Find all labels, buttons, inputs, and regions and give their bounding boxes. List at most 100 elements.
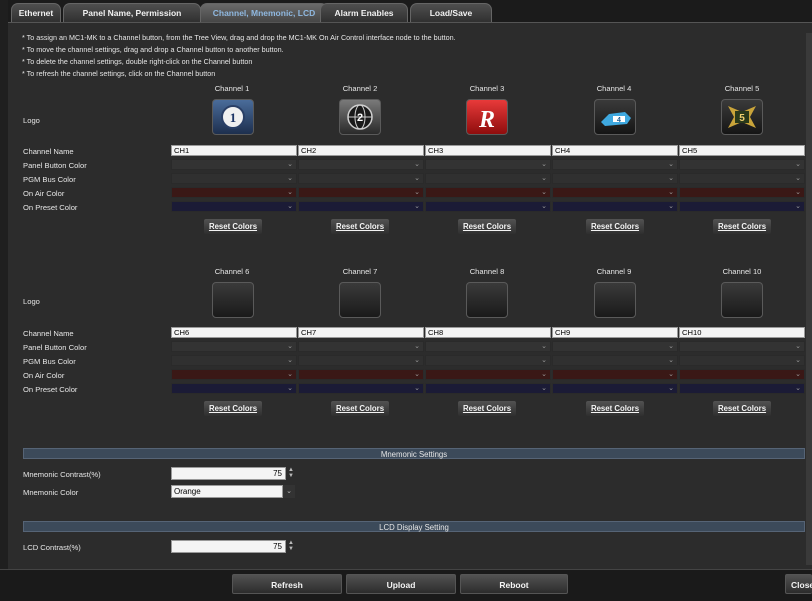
on-air-color-dropdown[interactable]: ⌄ — [552, 369, 678, 380]
tab-alarm-enables[interactable]: Alarm Enables — [320, 3, 408, 22]
close-button[interactable]: Close — [785, 574, 812, 594]
channel-name-input[interactable]: CH9 — [552, 327, 678, 338]
on-air-color-dropdown[interactable]: ⌄ — [171, 369, 297, 380]
on-air-color-dropdown[interactable]: ⌄ — [552, 187, 678, 198]
on-preset-color-dropdown[interactable]: ⌄ — [298, 201, 424, 212]
pgm-bus-color-dropdown[interactable]: ⌄ — [679, 173, 805, 184]
channel-name-input[interactable]: CH10 — [679, 327, 805, 338]
reset-colors-button[interactable]: Reset Colors — [586, 219, 644, 234]
channel-3-logo-button[interactable]: R — [466, 99, 508, 135]
lcd-contrast-input[interactable]: 75 — [171, 540, 286, 553]
panel-button-color-dropdown[interactable]: ⌄ — [425, 159, 551, 170]
pgm-bus-color-dropdown[interactable]: ⌄ — [171, 355, 297, 366]
vertical-scrollbar[interactable] — [806, 33, 812, 565]
on-air-color-dropdown[interactable]: ⌄ — [679, 187, 805, 198]
channel-4-logo-button[interactable]: 4 — [594, 99, 636, 135]
on-preset-color-dropdown[interactable]: ⌄ — [679, 383, 805, 394]
svg-text:5: 5 — [739, 113, 745, 124]
channel-9-logo-button[interactable] — [594, 282, 636, 318]
on-air-color-dropdown[interactable]: ⌄ — [298, 369, 424, 380]
reset-colors-button[interactable]: Reset Colors — [586, 401, 644, 416]
reset-colors-button[interactable]: Reset Colors — [331, 219, 389, 234]
on-preset-color-dropdown[interactable]: ⌄ — [425, 201, 551, 212]
channel-8-logo-button[interactable] — [466, 282, 508, 318]
channel-name-input[interactable]: CH2 — [298, 145, 424, 156]
on-preset-color-dropdown[interactable]: ⌄ — [679, 201, 805, 212]
on-preset-color-dropdown[interactable]: ⌄ — [552, 201, 678, 212]
left-panel-grip[interactable] — [0, 0, 8, 600]
channel-name-input[interactable]: CH5 — [679, 145, 805, 156]
panel-button-color-dropdown[interactable]: ⌄ — [171, 341, 297, 352]
chevron-down-icon: ⌄ — [414, 203, 420, 210]
channel-name-input[interactable]: CH7 — [298, 327, 424, 338]
pgm-bus-color-dropdown[interactable]: ⌄ — [679, 355, 805, 366]
channel-name-input[interactable]: CH3 — [425, 145, 551, 156]
panel-button-color-dropdown[interactable]: ⌄ — [171, 159, 297, 170]
channel-name-input[interactable]: CH4 — [552, 145, 678, 156]
channel-5-logo-button[interactable]: 5 — [721, 99, 763, 135]
upload-button[interactable]: Upload — [346, 574, 456, 594]
chevron-down-icon: ⌄ — [541, 161, 547, 168]
on-preset-color-dropdown[interactable]: ⌄ — [298, 383, 424, 394]
mnemonic-contrast-spinner[interactable]: ▲ ▼ — [287, 467, 295, 480]
pgm-bus-color-dropdown[interactable]: ⌄ — [552, 173, 678, 184]
channel-name-input[interactable]: CH1 — [171, 145, 297, 156]
panel-button-color-dropdown[interactable]: ⌄ — [679, 341, 805, 352]
reboot-button[interactable]: Reboot — [460, 574, 568, 594]
on-air-color-row-label: On Air Color — [23, 371, 65, 380]
panel-button-color-dropdown[interactable]: ⌄ — [552, 159, 678, 170]
panel-button-color-dropdown[interactable]: ⌄ — [298, 159, 424, 170]
help-line: * To assign an MC1-MK to a Channel butto… — [22, 33, 456, 42]
channel-7-logo-button[interactable] — [339, 282, 381, 318]
reset-colors-button[interactable]: Reset Colors — [458, 401, 516, 416]
channel-2-logo-button[interactable]: 2 — [339, 99, 381, 135]
reset-colors-button[interactable]: Reset Colors — [713, 219, 771, 234]
reset-colors-button[interactable]: Reset Colors — [713, 401, 771, 416]
panel-button-color-dropdown[interactable]: ⌄ — [679, 159, 805, 170]
chevron-down-icon[interactable]: ⌄ — [283, 485, 295, 498]
channel-3-header: Channel 3 — [469, 84, 505, 93]
on-preset-color-dropdown[interactable]: ⌄ — [425, 383, 551, 394]
on-air-color-dropdown[interactable]: ⌄ — [425, 369, 551, 380]
pgm-bus-color-dropdown[interactable]: ⌄ — [552, 355, 678, 366]
reset-colors-button[interactable]: Reset Colors — [331, 401, 389, 416]
reset-colors-button[interactable]: Reset Colors — [204, 219, 262, 234]
tab-ethernet[interactable]: Ethernet — [11, 3, 61, 22]
panel-button-color-dropdown[interactable]: ⌄ — [298, 341, 424, 352]
on-preset-color-dropdown[interactable]: ⌄ — [171, 383, 297, 394]
mnemonic-color-select[interactable]: Orange — [171, 485, 283, 498]
on-air-color-dropdown[interactable]: ⌄ — [425, 187, 551, 198]
channel-1-logo-button[interactable]: 1 — [212, 99, 254, 135]
refresh-button[interactable]: Refresh — [232, 574, 342, 594]
channel-6-logo-button[interactable] — [212, 282, 254, 318]
chevron-down-icon: ⌄ — [287, 203, 293, 210]
mnemonic-settings-header: Mnemonic Settings — [23, 448, 805, 459]
channel-10-logo-button[interactable] — [721, 282, 763, 318]
tab-panel-name-permission[interactable]: Panel Name, Permission — [63, 3, 201, 22]
reset-colors-button[interactable]: Reset Colors — [458, 219, 516, 234]
reset-colors-button[interactable]: Reset Colors — [204, 401, 262, 416]
on-air-color-dropdown[interactable]: ⌄ — [171, 187, 297, 198]
on-preset-color-dropdown[interactable]: ⌄ — [171, 201, 297, 212]
pgm-bus-color-dropdown[interactable]: ⌄ — [298, 355, 424, 366]
pgm-bus-color-dropdown[interactable]: ⌄ — [298, 173, 424, 184]
channel-name-input[interactable]: CH6 — [171, 327, 297, 338]
panel-button-color-dropdown[interactable]: ⌄ — [425, 341, 551, 352]
panel-button-color-dropdown[interactable]: ⌄ — [552, 341, 678, 352]
lcd-contrast-spinner[interactable]: ▲ ▼ — [287, 540, 295, 553]
pgm-bus-color-dropdown[interactable]: ⌄ — [171, 173, 297, 184]
lcd-contrast-label: LCD Contrast(%) — [23, 543, 81, 552]
chevron-down-icon: ⌄ — [795, 371, 801, 378]
mnemonic-contrast-input[interactable]: 75 — [171, 467, 286, 480]
pgm-bus-color-dropdown[interactable]: ⌄ — [425, 355, 551, 366]
tab-content-panel — [8, 22, 812, 569]
on-air-color-dropdown[interactable]: ⌄ — [298, 187, 424, 198]
chevron-down-icon: ⌄ — [541, 203, 547, 210]
on-preset-color-dropdown[interactable]: ⌄ — [552, 383, 678, 394]
tab-load-save[interactable]: Load/Save — [410, 3, 492, 22]
pgm-bus-color-dropdown[interactable]: ⌄ — [425, 173, 551, 184]
on-air-color-dropdown[interactable]: ⌄ — [679, 369, 805, 380]
tab-channel-mnemonic-lcd[interactable]: Channel, Mnemonic, LCD — [200, 3, 328, 22]
channel-name-input[interactable]: CH8 — [425, 327, 551, 338]
chevron-down-icon: ⌄ — [668, 385, 674, 392]
